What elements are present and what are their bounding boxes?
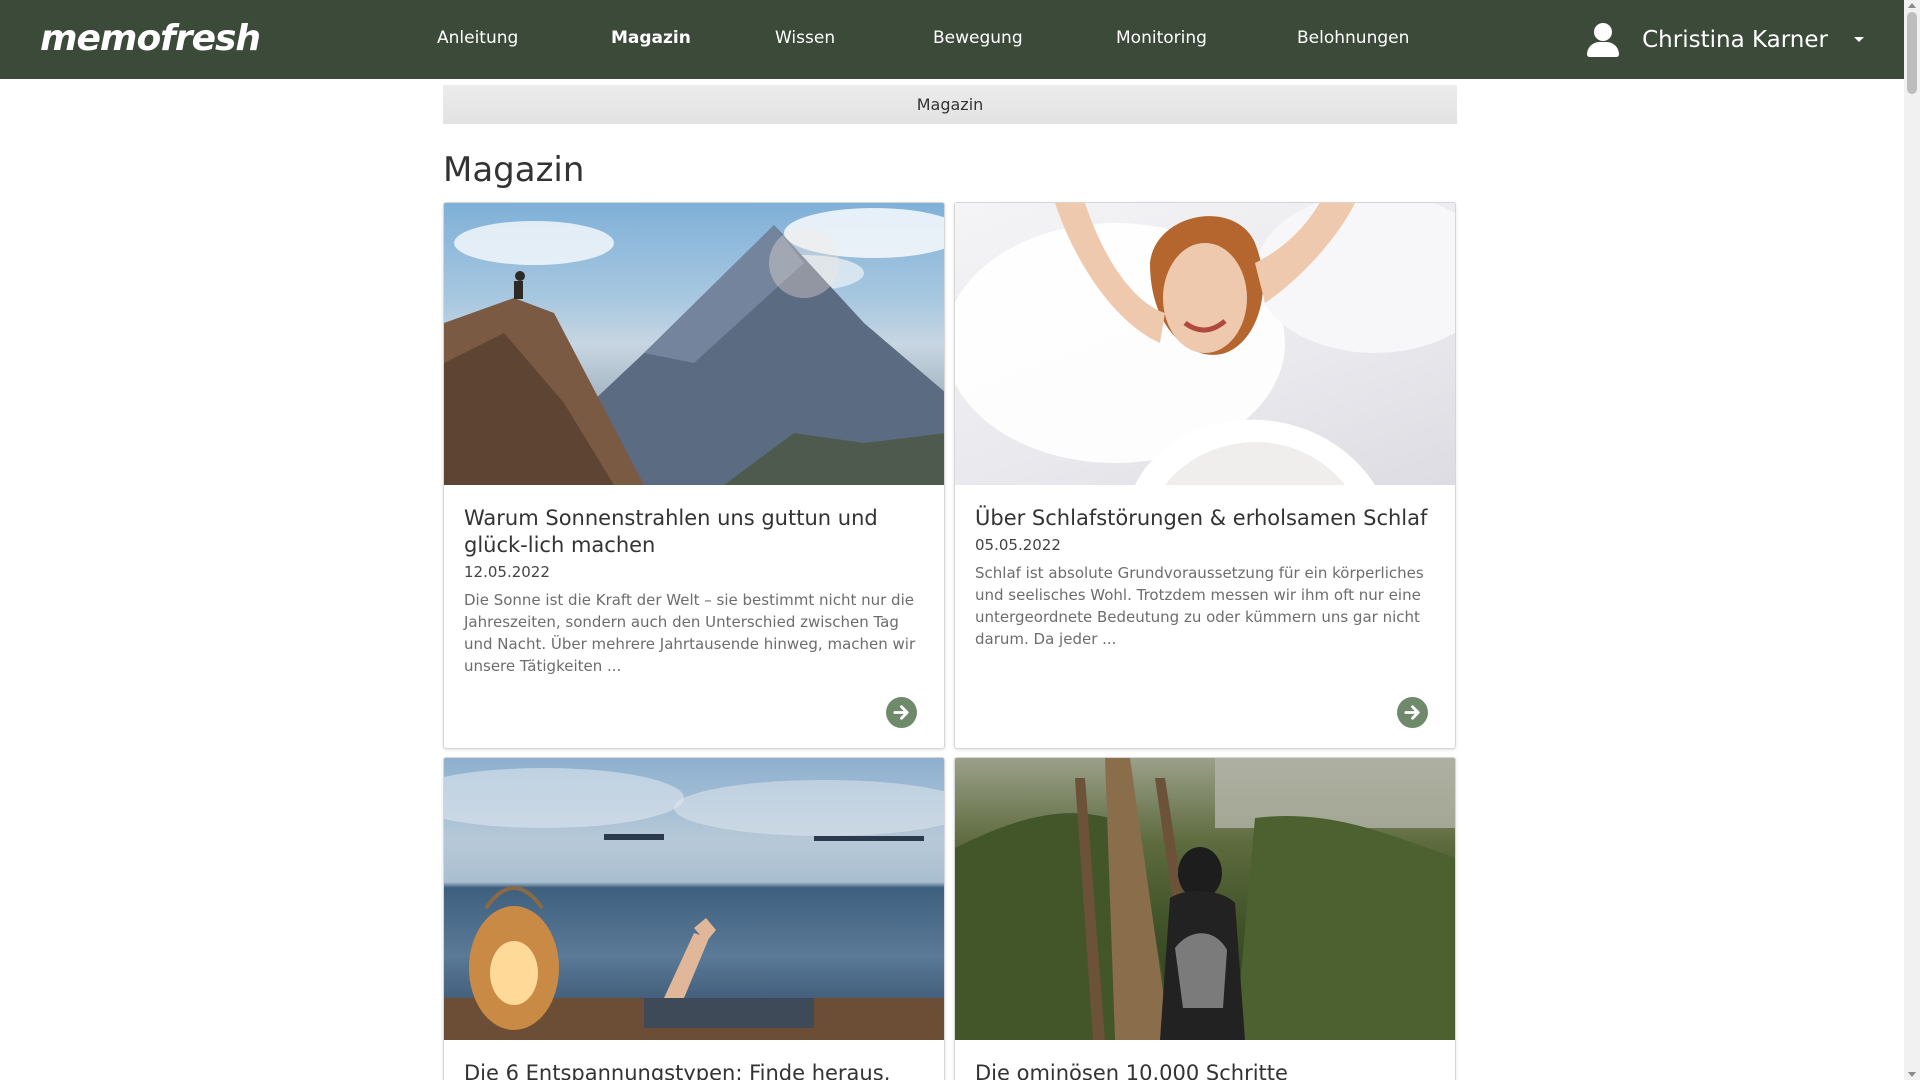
nav-item-wissen[interactable]: Wissen bbox=[775, 28, 835, 48]
page-title: Magazin bbox=[443, 150, 585, 190]
stairs-hiker-photo[interactable] bbox=[955, 758, 1455, 1040]
scroll-thumb[interactable] bbox=[1907, 12, 1917, 94]
page-scrollbar[interactable] bbox=[1904, 0, 1920, 1080]
article-card[interactable]: Warum Sonnenstrahlen uns guttun und glüc… bbox=[443, 202, 945, 749]
card-date: 12.05.2022 bbox=[464, 563, 550, 581]
arrow-right-circle-icon[interactable] bbox=[1397, 697, 1428, 728]
scroll-down-arrow-icon[interactable] bbox=[1908, 1072, 1916, 1077]
nav-item-bewegung[interactable]: Bewegung bbox=[933, 28, 1023, 48]
mountain-photo[interactable] bbox=[444, 203, 944, 485]
card-title[interactable]: Die 6 Entspannungstypen: Finde heraus, w… bbox=[464, 1060, 924, 1080]
card-date: 05.05.2022 bbox=[975, 536, 1061, 554]
card-excerpt: Schlaf ist absolute Grundvoraussetzung f… bbox=[975, 564, 1424, 648]
scroll-up-arrow-icon[interactable] bbox=[1908, 3, 1916, 8]
nav-item-monitoring[interactable]: Monitoring bbox=[1116, 28, 1207, 48]
caret-down-icon[interactable] bbox=[1854, 37, 1864, 42]
nav-item-anleitung[interactable]: Anleitung bbox=[437, 28, 518, 48]
breadcrumb: Magazin bbox=[443, 85, 1457, 124]
card-body: Die ominösen 10.000 Schritte bbox=[955, 1040, 1455, 1080]
article-card[interactable]: Die ominösen 10.000 Schritte bbox=[954, 757, 1456, 1080]
user-name: Christina Karner bbox=[1642, 26, 1828, 53]
article-card[interactable]: Die 6 Entspannungstypen: Finde heraus, w… bbox=[443, 757, 945, 1080]
lake-lantern-photo[interactable] bbox=[444, 758, 944, 1040]
card-title[interactable]: Die ominösen 10.000 Schritte bbox=[975, 1060, 1435, 1080]
sleeping-woman-photo[interactable] bbox=[955, 203, 1455, 485]
article-card[interactable]: Über Schlafstörungen & erholsamen Schlaf… bbox=[954, 202, 1456, 749]
arrow-right-circle-icon[interactable] bbox=[886, 697, 917, 728]
nav-item-magazin[interactable]: Magazin bbox=[611, 28, 691, 48]
card-body: Warum Sonnenstrahlen uns guttun und glüc… bbox=[444, 485, 944, 677]
user-icon bbox=[1586, 22, 1620, 57]
card-title[interactable]: Über Schlafstörungen & erholsamen Schlaf bbox=[975, 505, 1435, 532]
nav-item-belohnungen[interactable]: Belohnungen bbox=[1297, 28, 1409, 48]
top-navbar: memofresh Anleitung Magazin Wissen Beweg… bbox=[0, 0, 1904, 79]
card-body: Über Schlafstörungen & erholsamen Schlaf… bbox=[955, 485, 1455, 650]
breadcrumb-current: Magazin bbox=[916, 95, 984, 114]
card-title[interactable]: Warum Sonnenstrahlen uns guttun und glüc… bbox=[464, 505, 924, 559]
user-menu[interactable]: Christina Karner bbox=[1586, 0, 1864, 79]
card-excerpt: Die Sonne ist die Kraft der Welt – sie b… bbox=[464, 591, 916, 675]
card-body: Die 6 Entspannungstypen: Finde heraus, w… bbox=[444, 1040, 944, 1080]
